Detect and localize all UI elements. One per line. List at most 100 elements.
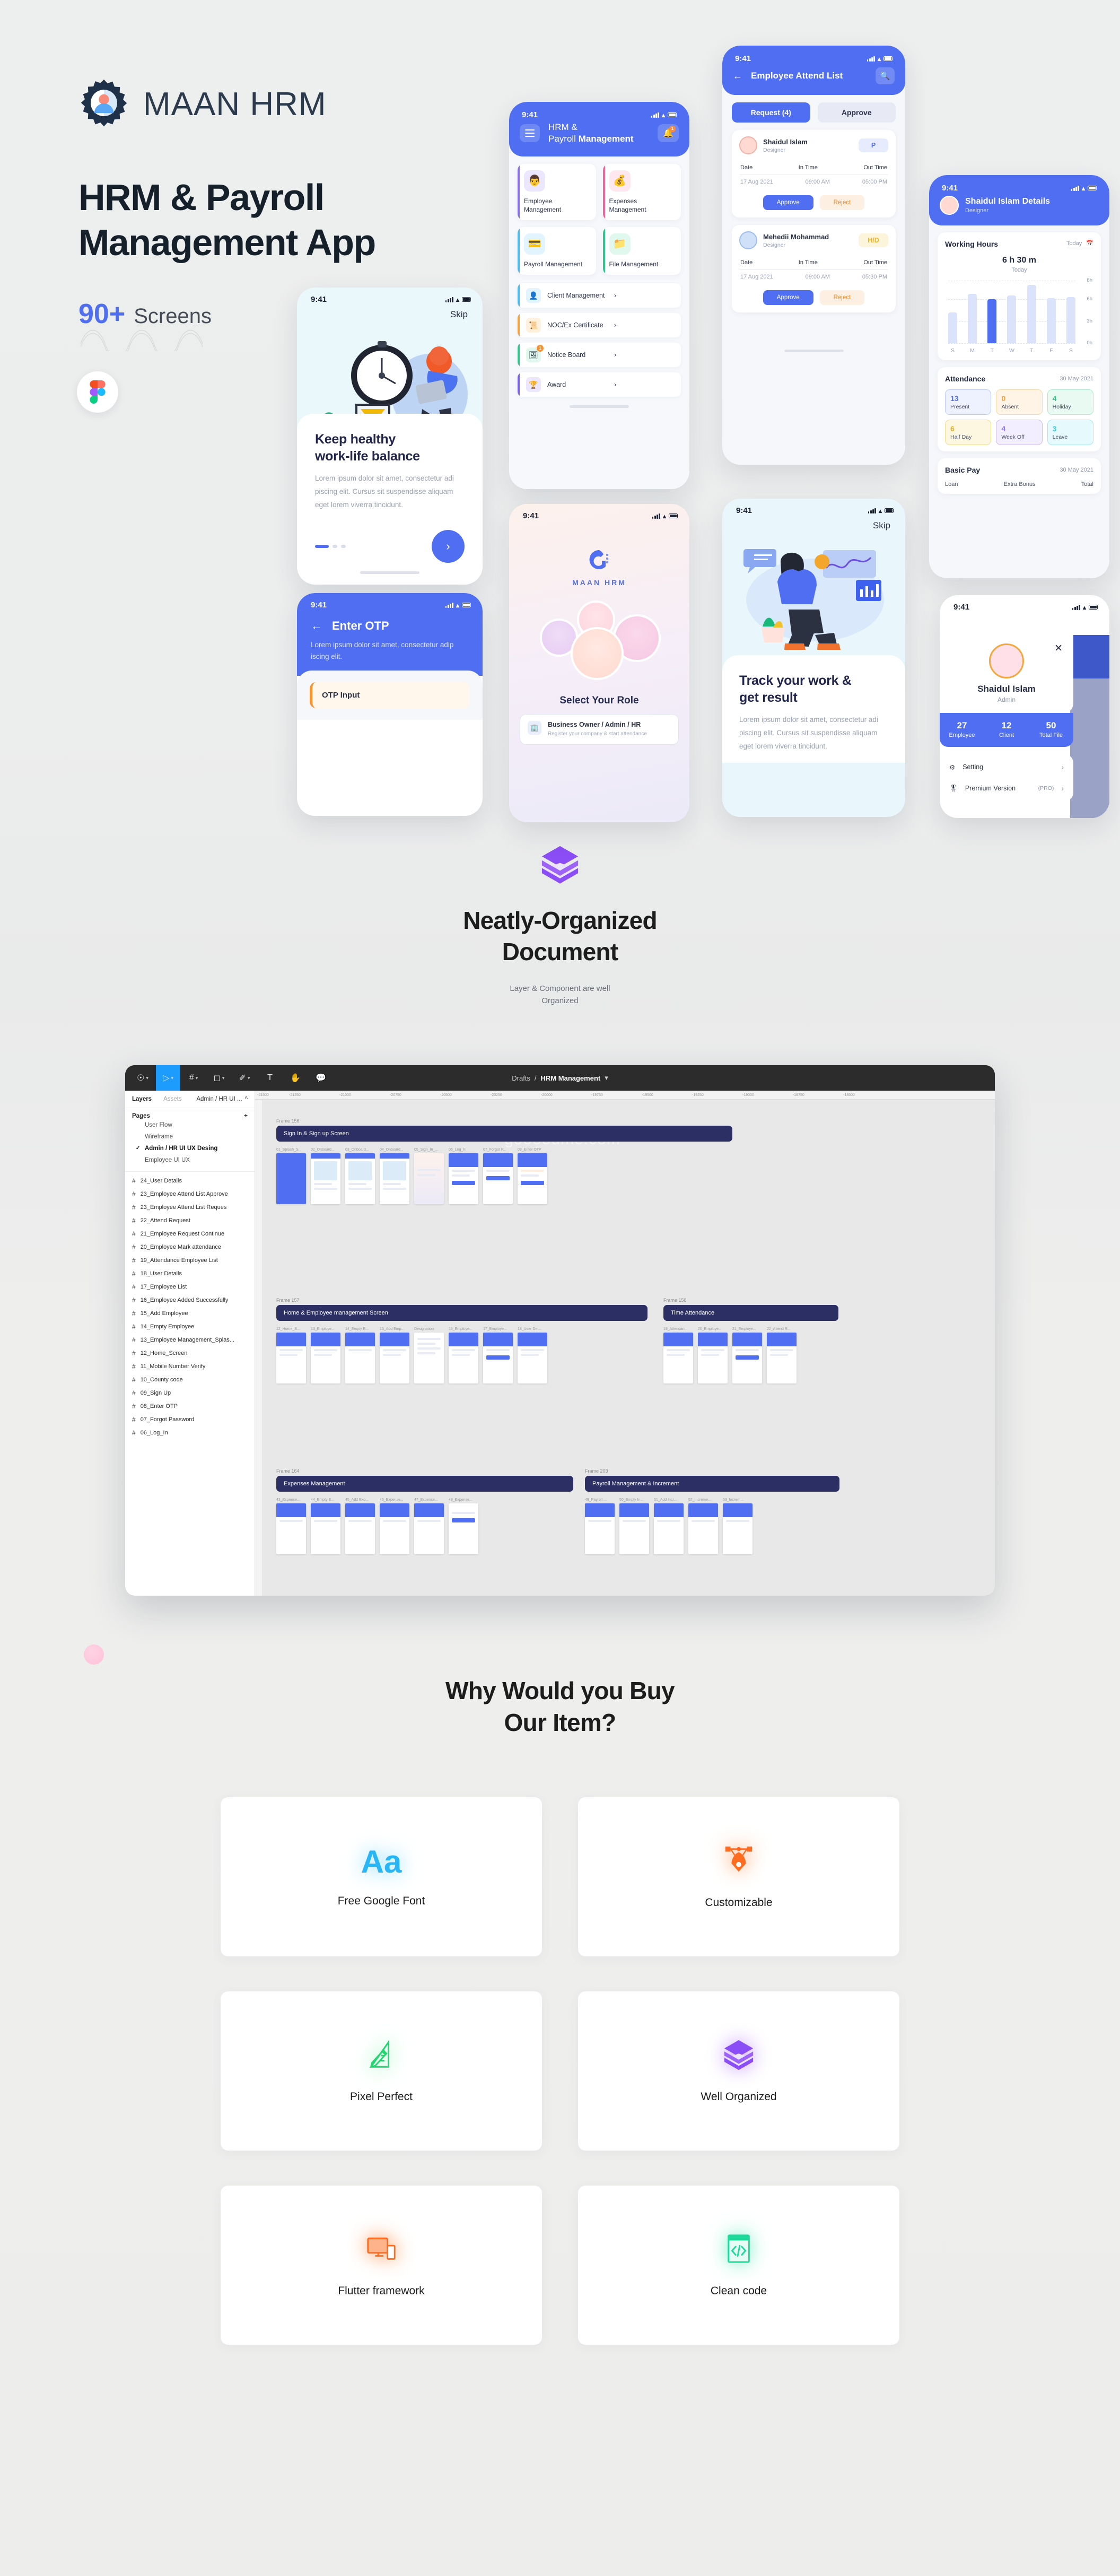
thumb[interactable]: 16_Employe... (449, 1327, 478, 1384)
add-page-icon[interactable]: + (244, 1113, 248, 1119)
thumb[interactable]: 06_Log_In (449, 1148, 478, 1205)
pen-tool-icon[interactable]: ✐ ▾ (232, 1065, 257, 1091)
thumb[interactable]: 43_Expense... (276, 1498, 306, 1555)
figma-frame-time-attendance[interactable]: Frame 158 Time Attendance 19_Attendan...… (663, 1298, 838, 1384)
chevron-down-icon[interactable]: ▾ (605, 1074, 608, 1082)
figma-menu-icon[interactable]: ☉ ▾ (130, 1065, 155, 1091)
thumb[interactable]: 17_Employe... (483, 1327, 513, 1384)
layer-item[interactable]: #12_Home_Screen (125, 1346, 255, 1360)
thumb[interactable]: Designation (414, 1327, 444, 1384)
menu-item-setting[interactable]: ⚙ Setting › (940, 756, 1073, 778)
thumb[interactable]: 02_Onboard... (311, 1148, 340, 1205)
home-card-employee-management[interactable]: 👨 Employee Management (518, 163, 596, 220)
tab-approve[interactable]: Approve (817, 102, 896, 123)
thumb[interactable]: 20_Employe... (698, 1327, 728, 1384)
thumb[interactable]: 19_Attendan... (663, 1327, 693, 1384)
layer-item[interactable]: #23_Employee Attend List Approve (125, 1187, 255, 1200)
home-row-notice-board[interactable]: 🖼 1 Notice Board › (518, 343, 681, 368)
layer-item[interactable]: #09_Sign Up (125, 1386, 255, 1399)
thumb[interactable]: 52_Increme... (688, 1498, 718, 1555)
figma-canvas[interactable]: -21500 -21250 -21000 -20750 -20500 -2025… (255, 1091, 995, 1596)
figma-frame-home-employee[interactable]: Frame 157 Home & Employee management Scr… (276, 1298, 648, 1384)
search-icon[interactable]: 🔍 (876, 67, 895, 84)
approve-button[interactable]: Approve (763, 195, 813, 210)
text-tool-icon[interactable]: T (258, 1065, 282, 1091)
hand-tool-icon[interactable]: ✋ (283, 1065, 308, 1091)
skip-button[interactable]: Skip (722, 518, 905, 531)
home-card-expenses-management[interactable]: 💰 Expenses Management (602, 163, 681, 220)
layer-item[interactable]: #16_Employee Added Successfully (125, 1293, 255, 1307)
layer-item[interactable]: #13_Employee Management_Splas... (125, 1333, 255, 1346)
next-button[interactable]: › (432, 530, 465, 563)
layer-item[interactable]: #20_Employee Mark attendance (125, 1240, 255, 1254)
thumb[interactable]: 45_Add Exp... (345, 1498, 375, 1555)
thumb[interactable]: 44_Empty E... (311, 1498, 340, 1555)
thumb[interactable]: 08_Enter OTP (518, 1148, 547, 1205)
thumb[interactable]: 05_Sign_In_... (414, 1148, 444, 1205)
working-hours-range[interactable]: Today 📅 (1066, 240, 1093, 248)
thumb[interactable]: 15_Add Emp... (380, 1327, 409, 1384)
layer-item[interactable]: #23_Employee Attend List Reques (125, 1200, 255, 1214)
shape-tool-icon[interactable]: ◻ ▾ (207, 1065, 231, 1091)
tab-assets[interactable]: Assets (163, 1096, 182, 1102)
approve-button[interactable]: Approve (763, 290, 813, 305)
layer-item[interactable]: #14_Empty Employee (125, 1320, 255, 1333)
layer-item[interactable]: #17_Employee List (125, 1280, 255, 1293)
layer-item[interactable]: #08_Enter OTP (125, 1399, 255, 1413)
reject-button[interactable]: Reject (819, 290, 865, 305)
page-item-user-flow[interactable]: User Flow (132, 1119, 248, 1131)
otp-input-card[interactable]: OTP Input (310, 682, 470, 709)
frame-tool-icon[interactable]: # ▾ (181, 1065, 206, 1091)
thumb[interactable]: 13_Employe... (311, 1327, 340, 1384)
menu-item-premium-version[interactable]: 🎖 Premium Version (PRO) › (940, 778, 1073, 799)
home-card-file-management[interactable]: 📁 File Management (602, 227, 681, 275)
figma-frame-sign-in[interactable]: Frame 156 Sign In & Sign up Screen 01_Sp… (276, 1118, 732, 1205)
layer-item[interactable]: #18_User Details (125, 1267, 255, 1280)
thumb[interactable]: 49_Payroll ... (585, 1498, 615, 1555)
skip-button[interactable]: Skip (297, 307, 483, 320)
thumb[interactable]: 21_Employe... (732, 1327, 762, 1384)
thumb[interactable]: 01_Splash_S... (276, 1148, 306, 1205)
breadcrumb-parent[interactable]: Drafts (512, 1074, 530, 1082)
back-icon[interactable]: ← (733, 71, 742, 82)
page-item-employee-ui-ux[interactable]: Employee UI UX (132, 1154, 248, 1166)
tab-layers[interactable]: Layers (132, 1096, 152, 1102)
thumb[interactable]: 22_Attend R... (767, 1327, 797, 1384)
thumb[interactable]: 53_Increm... (723, 1498, 752, 1555)
thumb[interactable]: 04_Onboard... (380, 1148, 409, 1205)
thumb[interactable]: 47_Expense... (414, 1498, 444, 1555)
layer-item[interactable]: #15_Add Employee (125, 1307, 255, 1320)
page-item-admin-hr-ui-ux[interactable]: Admin / HR UI UX Desing (132, 1143, 248, 1154)
reject-button[interactable]: Reject (819, 195, 865, 210)
thumb[interactable]: 48_Expense... (449, 1498, 478, 1555)
comment-tool-icon[interactable]: 💬 (309, 1065, 333, 1091)
home-row-noc-certificate[interactable]: 📜 NOC/Ex Certificate › (518, 313, 681, 338)
tab-request[interactable]: Request (4) (732, 102, 810, 123)
layer-item[interactable]: #22_Attend Request (125, 1214, 255, 1227)
close-icon[interactable]: ✕ (1054, 642, 1063, 655)
thumb[interactable]: 14_Empty E... (345, 1327, 375, 1384)
breadcrumb-file[interactable]: HRM Management (541, 1074, 601, 1082)
role-option-business-owner[interactable]: 🏢 Business Owner / Admin / HR Register y… (520, 714, 679, 745)
layer-item[interactable]: #24_User Details (125, 1174, 255, 1187)
hamburger-icon[interactable] (520, 124, 540, 142)
layer-item[interactable]: #11_Mobile Number Verify (125, 1360, 255, 1373)
figma-frame-expenses[interactable]: Frame 164 Expenses Management 43_Expense… (276, 1468, 573, 1555)
home-row-award[interactable]: 🏆 Award › (518, 372, 681, 397)
layer-item[interactable]: #07_Forgot Password (125, 1413, 255, 1426)
file-selector[interactable]: Admin / HR UI ... ^ (196, 1096, 248, 1102)
layer-item[interactable]: #21_Employee Request Continue (125, 1227, 255, 1240)
bell-icon[interactable]: 🔔 1 (658, 124, 679, 142)
page-item-wireframe[interactable]: Wireframe (132, 1131, 248, 1143)
home-row-client-management[interactable]: 👤 Client Management › (518, 283, 681, 308)
pagination-dots[interactable] (315, 545, 346, 548)
thumb[interactable]: 12_Home_S... (276, 1327, 306, 1384)
figma-frame-payroll[interactable]: Frame 203 Payroll Management & Increment… (585, 1468, 839, 1555)
thumb[interactable]: 03_Onboard... (345, 1148, 375, 1205)
thumb[interactable]: 50_Empty In... (619, 1498, 649, 1555)
thumb[interactable]: 07_Forgot P... (483, 1148, 513, 1205)
thumb[interactable]: 46_Expense... (380, 1498, 409, 1555)
thumb[interactable]: 51_Add Incr... (654, 1498, 684, 1555)
move-tool-icon[interactable]: ▷ ▾ (156, 1065, 180, 1091)
home-card-payroll-management[interactable]: 💳 Payroll Management (518, 227, 596, 275)
